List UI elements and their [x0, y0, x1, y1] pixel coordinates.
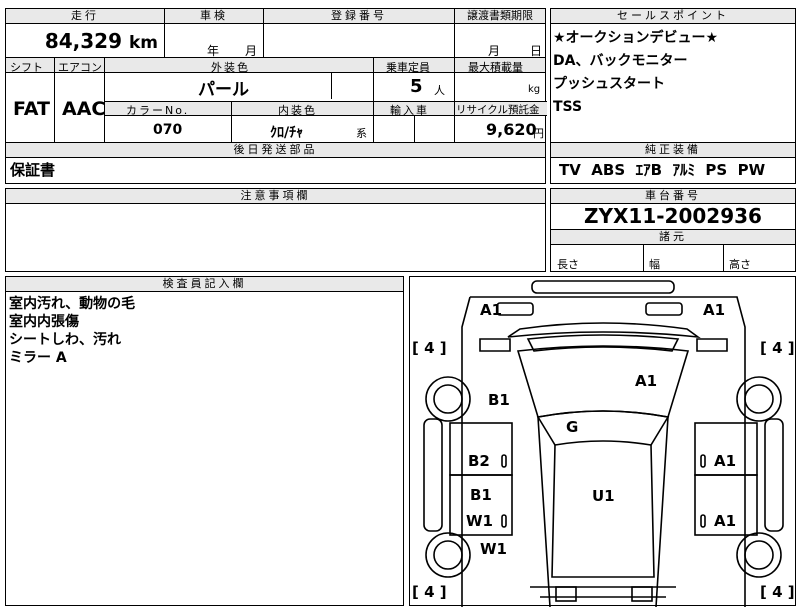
label-tire-fl: [ 4 ]	[412, 339, 447, 357]
color-no-label: カラーNo.	[126, 104, 190, 117]
transfer-box: 譲渡書類期限 月 日	[454, 8, 546, 58]
later-parts-value: 保証書	[10, 161, 56, 179]
reg-box: 登録番号	[263, 8, 455, 58]
label-door-rr: A1	[714, 512, 737, 530]
label-roof: U1	[592, 487, 615, 505]
shift-label: シフト	[10, 61, 43, 74]
label-fender-left: B1	[488, 391, 510, 409]
sales-points-list: ★オークションデビュー★ DA、バックモニター プッシュスタート TSS	[553, 29, 718, 116]
import-label: 輸入車	[390, 104, 429, 117]
label-tire-rl: [ 4 ]	[412, 583, 447, 601]
capacity-unit: 人	[434, 84, 445, 97]
inspector-notes: 室内汚れ、動物の毛 室内内張傷 シートしわ、汚れ ミラー A	[9, 295, 135, 367]
inspector-note: 室内内張傷	[9, 314, 79, 330]
height-label: 高さ	[729, 258, 751, 271]
label-windshield: G	[566, 418, 579, 436]
equipment-box: 純正装備 TV ABS ｴｱB ｱﾙﾐ PS PW	[550, 142, 796, 184]
car-diagram-box: A1 A1 [ 4 ] [ 4 ] B1 A1 G B2 A1 U1 B1 W1…	[409, 276, 796, 607]
shaken-box: 車検 年 月	[164, 8, 264, 58]
label-door-fr: A1	[714, 452, 737, 470]
dimensions-box: 諸元 長さ 幅 高さ	[550, 229, 796, 272]
recycle-label: リサイクル預託金	[456, 104, 540, 116]
sales-point-item: DA、バックモニター	[553, 53, 688, 69]
load-unit: kg	[528, 84, 541, 95]
label-tire-fr: [ 4 ]	[760, 339, 795, 357]
inspector-note: シートしわ、汚れ	[9, 332, 121, 348]
chassis-title: 車台番号	[551, 189, 795, 204]
inspector-note: ミラー A	[9, 350, 67, 366]
label-door-rl-b: W1	[466, 512, 493, 530]
equipment-title: 純正装備	[551, 143, 795, 158]
label-door-rl-a: B1	[470, 486, 492, 504]
exterior-label: 外装色	[211, 61, 250, 74]
chassis-value: ZYX11-2002936	[584, 204, 762, 228]
label-tire-rr: [ 4 ]	[760, 583, 795, 601]
recycle-value: 9,620	[486, 120, 537, 139]
capacity-label: 乗車定員	[386, 61, 430, 74]
transfer-label: 譲渡書類期限	[455, 9, 545, 24]
sales-point-item: ★オークションデビュー★	[553, 30, 719, 46]
shift-value: FAT	[13, 98, 50, 120]
sales-points-title: セールスポイント	[551, 9, 795, 24]
length-label: 長さ	[557, 258, 579, 271]
sales-point-item: プッシュスタート	[553, 76, 665, 92]
width-label: 幅	[649, 258, 660, 271]
sales-point-item: TSS	[553, 99, 583, 115]
mileage-box: 走行 84,329 km	[5, 8, 165, 58]
mileage-value: 84,329 km	[44, 29, 158, 53]
later-parts-box: 後日発送部品 保証書	[5, 142, 546, 184]
label-front-right: A1	[703, 301, 726, 319]
shaken-label: 車検	[165, 9, 263, 24]
interior-value: ｸﾛ/ﾁｬ	[270, 125, 304, 141]
reg-label: 登録番号	[264, 9, 454, 24]
spec-box: シフト エアコン 外装色 乗車定員 最大積載量 FAT AAC パール 5 人 …	[5, 57, 547, 143]
car-diagram	[423, 280, 784, 607]
exterior-value: パール	[198, 80, 249, 100]
equipment-value: TV ABS ｴｱB ｱﾙﾐ PS PW	[559, 161, 766, 179]
capacity-value: 5	[410, 76, 423, 97]
label-hood-right: A1	[635, 372, 658, 390]
inspector-title: 検査員記入欄	[6, 277, 403, 292]
chassis-box: 車台番号 ZYX11-2002936	[550, 188, 796, 230]
ac-value: AAC	[62, 98, 106, 120]
later-parts-title: 後日発送部品	[6, 143, 545, 158]
inspector-box: 検査員記入欄 室内汚れ、動物の毛 室内内張傷 シートしわ、汚れ ミラー A	[5, 276, 404, 606]
label-door-fl: B2	[468, 452, 490, 470]
dimensions-title: 諸元	[551, 230, 795, 245]
interior-label: 内装色	[278, 104, 317, 117]
notes-title: 注意事項欄	[6, 189, 545, 204]
ac-label: エアコン	[58, 61, 102, 74]
notes-box: 注意事項欄	[5, 188, 546, 272]
label-front-left: A1	[480, 301, 503, 319]
mileage-label: 走行	[6, 9, 164, 24]
label-rear-fender-left: W1	[480, 540, 507, 558]
recycle-unit: 円	[533, 127, 544, 140]
color-no-value: 070	[153, 122, 183, 138]
interior-unit: 系	[356, 127, 367, 140]
inspector-note: 室内汚れ、動物の毛	[9, 296, 136, 312]
load-label: 最大積載量	[468, 61, 523, 74]
sales-points-box: セールスポイント ★オークションデビュー★ DA、バックモニター プッシュスター…	[550, 8, 796, 143]
